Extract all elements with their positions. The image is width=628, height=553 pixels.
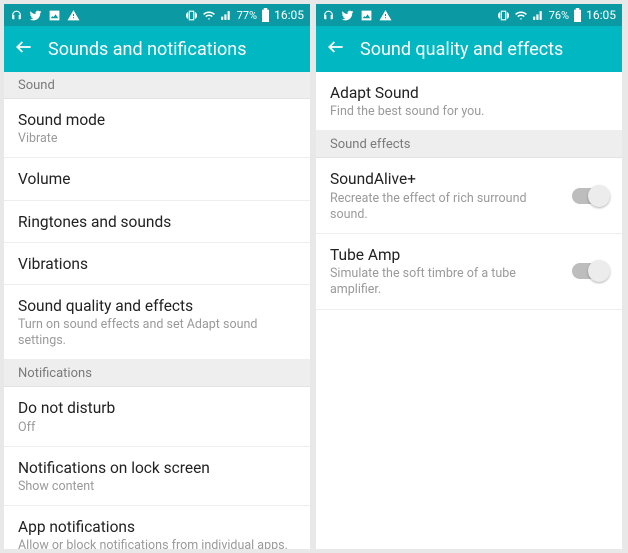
row-sub: Simulate the soft timbre of a tube ampli… [330, 266, 558, 299]
wifi-icon [202, 9, 216, 22]
row-label: App notifications [18, 517, 296, 537]
row-vibrations[interactable]: Vibrations [4, 243, 310, 285]
row-label: Tube Amp [330, 245, 558, 265]
row-label: Volume [18, 169, 296, 189]
toggle-soundalive[interactable] [572, 188, 608, 204]
back-icon[interactable] [14, 37, 34, 61]
twitter-icon [29, 9, 42, 22]
vibrate-icon [185, 9, 198, 22]
section-header-sound: Sound [4, 72, 310, 99]
row-sub: Turn on sound effects and set Adapt soun… [18, 317, 296, 350]
row-sub: Find the best sound for you. [330, 104, 608, 120]
section-header-notifications: Notifications [4, 360, 310, 387]
app-bar: Sound quality and effects [316, 26, 622, 72]
row-label: Adapt Sound [330, 83, 608, 103]
row-sub: Vibrate [18, 131, 296, 147]
settings-list: Adapt Sound Find the best sound for you.… [316, 72, 622, 549]
phone-right: 76% 16:05 Sound quality and effects Adap… [316, 4, 622, 549]
page-title: Sounds and notifications [48, 39, 247, 60]
clock-time: 16:05 [274, 8, 304, 22]
row-sub: Recreate the effect of rich surround sou… [330, 191, 558, 224]
row-sound-mode[interactable]: Sound mode Vibrate [4, 99, 310, 158]
page-title: Sound quality and effects [360, 39, 563, 60]
row-label: Vibrations [18, 254, 296, 274]
toggle-tubeamp[interactable] [572, 263, 608, 279]
battery-percent: 77% [237, 9, 257, 22]
battery-percent: 76% [549, 9, 569, 22]
battery-icon [573, 8, 582, 22]
signal-icon [220, 9, 233, 22]
row-ringtones[interactable]: Ringtones and sounds [4, 201, 310, 243]
row-sound-quality[interactable]: Sound quality and effects Turn on sound … [4, 285, 310, 361]
row-label: Ringtones and sounds [18, 212, 296, 232]
clock-time: 16:05 [586, 8, 616, 22]
settings-list: Sound Sound mode Vibrate Volume Ringtone… [4, 72, 310, 549]
signal-icon [532, 9, 545, 22]
status-bar: 77% 16:05 [4, 4, 310, 26]
status-bar: 76% 16:05 [316, 4, 622, 26]
row-sub: Off [18, 420, 296, 436]
vibrate-icon [497, 9, 510, 22]
row-label: Sound mode [18, 110, 296, 130]
warning-icon [67, 9, 80, 22]
row-app-notif[interactable]: App notifications Allow or block notific… [4, 506, 310, 549]
headphones-icon [10, 9, 23, 22]
row-label: Sound quality and effects [18, 296, 296, 316]
app-bar: Sounds and notifications [4, 26, 310, 72]
battery-icon [261, 8, 270, 22]
row-volume[interactable]: Volume [4, 158, 310, 200]
wifi-icon [514, 9, 528, 22]
row-sub: Allow or block notifications from indivi… [18, 538, 296, 549]
image-icon [48, 9, 61, 22]
row-dnd[interactable]: Do not disturb Off [4, 387, 310, 446]
row-label: SoundAlive+ [330, 169, 558, 189]
row-lock-notif[interactable]: Notifications on lock screen Show conten… [4, 447, 310, 506]
phone-left: 77% 16:05 Sounds and notifications Sound… [4, 4, 310, 549]
image-icon [360, 9, 373, 22]
row-soundalive[interactable]: SoundAlive+ Recreate the effect of rich … [316, 158, 622, 234]
row-label: Do not disturb [18, 398, 296, 418]
row-tubeamp[interactable]: Tube Amp Simulate the soft timbre of a t… [316, 234, 622, 310]
back-icon[interactable] [326, 37, 346, 61]
row-label: Notifications on lock screen [18, 458, 296, 478]
row-sub: Show content [18, 479, 296, 495]
warning-icon [379, 9, 392, 22]
section-header-effects: Sound effects [316, 131, 622, 158]
row-adapt-sound[interactable]: Adapt Sound Find the best sound for you. [316, 72, 622, 131]
twitter-icon [341, 9, 354, 22]
headphones-icon [322, 9, 335, 22]
